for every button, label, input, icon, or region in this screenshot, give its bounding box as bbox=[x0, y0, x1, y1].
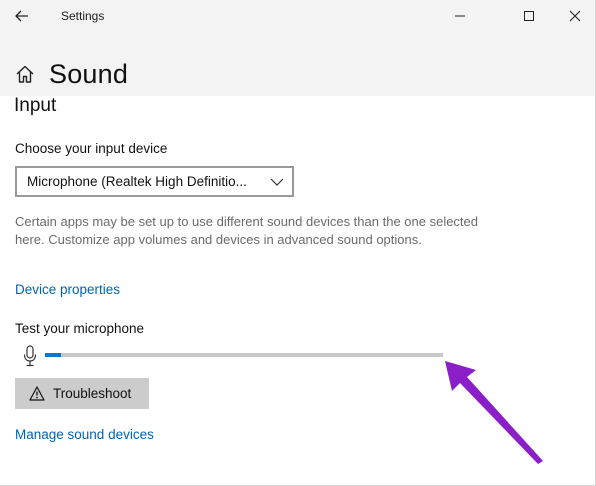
annotation-arrow-shape bbox=[445, 361, 543, 464]
settings-window: Settings Sound Input Choose your input d… bbox=[0, 0, 596, 486]
section-title: Input bbox=[14, 95, 57, 116]
microphone-level-fill bbox=[45, 353, 61, 357]
input-device-description: Certain apps may be set up to use differ… bbox=[15, 214, 479, 247]
close-icon bbox=[569, 10, 581, 22]
microphone-level-meter bbox=[45, 353, 443, 357]
page-title: Sound bbox=[49, 58, 129, 89]
warning-icon bbox=[29, 386, 45, 401]
title-bar: Settings bbox=[0, 0, 595, 33]
input-device-dropdown[interactable]: Microphone (Realtek High Definitio... bbox=[15, 166, 294, 197]
troubleshoot-label: Troubleshoot bbox=[53, 386, 132, 401]
minimize-button[interactable] bbox=[437, 0, 483, 32]
maximize-icon bbox=[524, 11, 534, 21]
maximize-button[interactable] bbox=[506, 0, 552, 32]
page-heading: Sound bbox=[14, 54, 128, 94]
chevron-down-icon bbox=[270, 178, 284, 186]
manage-sound-devices-link[interactable]: Manage sound devices bbox=[15, 427, 154, 442]
troubleshoot-button[interactable]: Troubleshoot bbox=[15, 378, 149, 409]
minimize-icon bbox=[455, 15, 465, 17]
home-icon bbox=[16, 65, 34, 83]
back-arrow-icon bbox=[15, 10, 28, 22]
warning-icon-wrapper bbox=[29, 386, 45, 402]
device-properties-link[interactable]: Device properties bbox=[15, 282, 120, 297]
window-title: Settings bbox=[61, 9, 105, 23]
dropdown-chevron bbox=[262, 168, 292, 195]
home-button[interactable] bbox=[14, 63, 36, 85]
test-microphone-label: Test your microphone bbox=[15, 321, 145, 336]
microphone-indicator bbox=[21, 344, 39, 368]
close-button[interactable] bbox=[552, 0, 595, 32]
input-device-label: Choose your input device bbox=[15, 141, 168, 156]
input-device-value: Microphone (Realtek High Definitio... bbox=[27, 174, 247, 189]
microphone-icon bbox=[23, 345, 37, 367]
back-button[interactable] bbox=[6, 3, 38, 29]
